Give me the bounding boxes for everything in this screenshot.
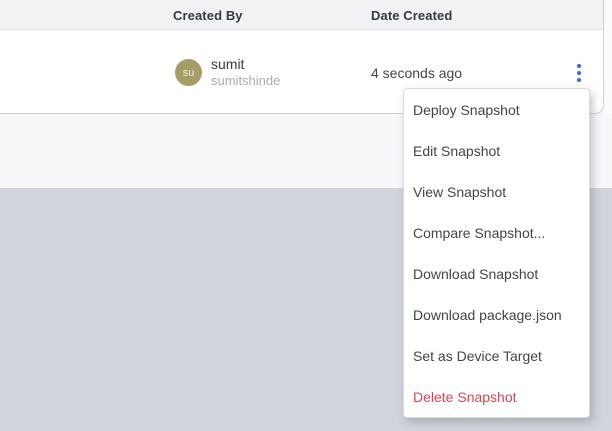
kebab-menu-icon	[577, 78, 581, 82]
menu-item-view-snapshot[interactable]: View Snapshot	[404, 171, 589, 212]
snapshot-context-menu: Deploy Snapshot Edit Snapshot View Snaps…	[403, 88, 590, 418]
menu-item-compare-snapshot[interactable]: Compare Snapshot...	[404, 212, 589, 253]
snapshots-page: Created By Date Created su sumit sumitsh…	[0, 0, 612, 431]
created-by-cell: sumit sumitshinde	[211, 56, 280, 89]
menu-item-edit-snapshot[interactable]: Edit Snapshot	[404, 130, 589, 171]
kebab-menu-icon	[577, 64, 581, 68]
table-header-row: Created By Date Created	[0, 0, 603, 30]
user-handle: sumitshinde	[211, 73, 281, 88]
user-avatar: su	[175, 59, 202, 86]
column-header-created-by: Created By	[173, 8, 243, 23]
kebab-menu-icon	[577, 71, 581, 75]
menu-item-set-as-device-target[interactable]: Set as Device Target	[404, 335, 589, 376]
column-header-date-created: Date Created	[371, 8, 453, 23]
menu-item-delete-snapshot[interactable]: Delete Snapshot	[404, 376, 589, 417]
date-created-cell: 4 seconds ago	[371, 65, 463, 81]
page-background-right-strip	[605, 0, 612, 113]
avatar-initials: su	[182, 66, 195, 79]
user-name: sumit	[211, 56, 245, 72]
menu-item-deploy-snapshot[interactable]: Deploy Snapshot	[404, 89, 589, 130]
menu-item-download-snapshot[interactable]: Download Snapshot	[404, 253, 589, 294]
menu-item-download-package-json[interactable]: Download package.json	[404, 294, 589, 335]
kebab-menu-button[interactable]	[570, 60, 588, 86]
